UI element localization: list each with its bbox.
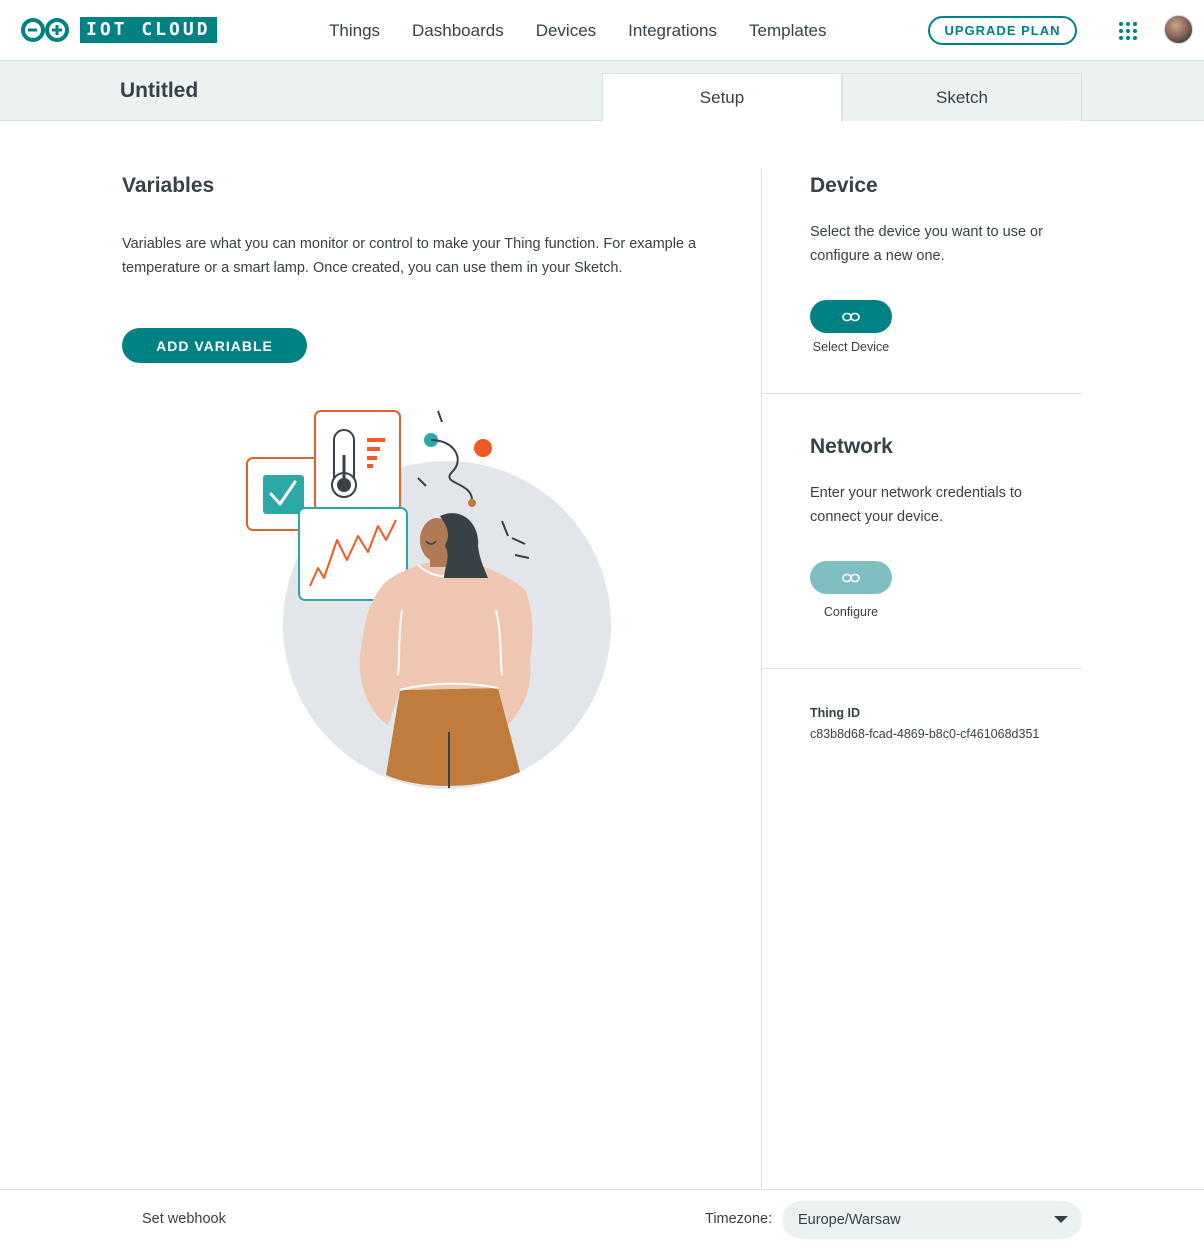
link-icon xyxy=(842,573,860,582)
nav-item-devices[interactable]: Devices xyxy=(520,21,612,41)
logo-text: IOT CLOUD xyxy=(80,17,217,43)
variables-description: Variables are what you can monitor or co… xyxy=(122,236,697,276)
add-variable-button[interactable]: ADD VARIABLE xyxy=(122,328,307,363)
avatar[interactable] xyxy=(1164,15,1193,44)
nav-item-integrations[interactable]: Integrations xyxy=(612,21,733,41)
thermometer-card xyxy=(314,410,401,512)
chevron-down-icon xyxy=(1054,1216,1068,1223)
select-device-caption[interactable]: Select Device xyxy=(790,340,912,354)
device-description: Select the device you want to use or con… xyxy=(810,224,1043,264)
footer-bar: Set webhook Timezone: Europe/Warsaw xyxy=(0,1189,1204,1249)
nav-item-templates[interactable]: Templates xyxy=(733,21,842,41)
set-webhook-link[interactable]: Set webhook xyxy=(142,1211,226,1227)
thing-id-value: c83b8d68-fcad-4869-b8c0-cf461068d351 xyxy=(810,727,1040,741)
main-nav: Things Dashboards Devices Integrations T… xyxy=(313,0,843,61)
section-divider xyxy=(762,668,1082,669)
thing-header: Untitled Setup Sketch xyxy=(0,61,1204,122)
check-square-icon xyxy=(263,475,304,514)
top-navbar: IOT CLOUD Things Dashboards Devices Inte… xyxy=(0,0,1204,61)
configure-caption[interactable]: Configure xyxy=(790,605,912,619)
timezone-select[interactable]: Europe/Warsaw xyxy=(782,1201,1082,1239)
timezone-label: Timezone: xyxy=(705,1211,773,1227)
thing-id-label: Thing ID xyxy=(810,706,860,720)
column-divider xyxy=(761,169,762,1189)
variables-title: Variables xyxy=(122,174,215,197)
thing-title[interactable]: Untitled xyxy=(120,79,198,103)
device-title: Device xyxy=(810,174,878,197)
apps-grid-icon[interactable] xyxy=(1119,22,1137,40)
nav-item-dashboards[interactable]: Dashboards xyxy=(396,21,520,41)
network-title: Network xyxy=(810,435,893,458)
select-device-button[interactable] xyxy=(810,300,892,333)
configure-network-button[interactable] xyxy=(810,561,892,594)
person-skirt xyxy=(386,688,520,786)
network-description: Enter your network credentials to connec… xyxy=(810,485,1022,525)
section-divider xyxy=(762,393,1082,394)
timezone-value: Europe/Warsaw xyxy=(798,1212,901,1228)
tab-sketch[interactable]: Sketch xyxy=(842,73,1082,121)
upgrade-plan-button[interactable]: UPGRADE PLAN xyxy=(928,16,1077,45)
arduino-infinity-icon xyxy=(21,18,69,42)
link-icon xyxy=(842,312,860,321)
tab-setup[interactable]: Setup xyxy=(602,73,842,122)
nav-item-things[interactable]: Things xyxy=(313,21,396,41)
variables-illustration xyxy=(246,410,611,789)
arduino-logo[interactable]: IOT CLOUD xyxy=(20,17,217,43)
